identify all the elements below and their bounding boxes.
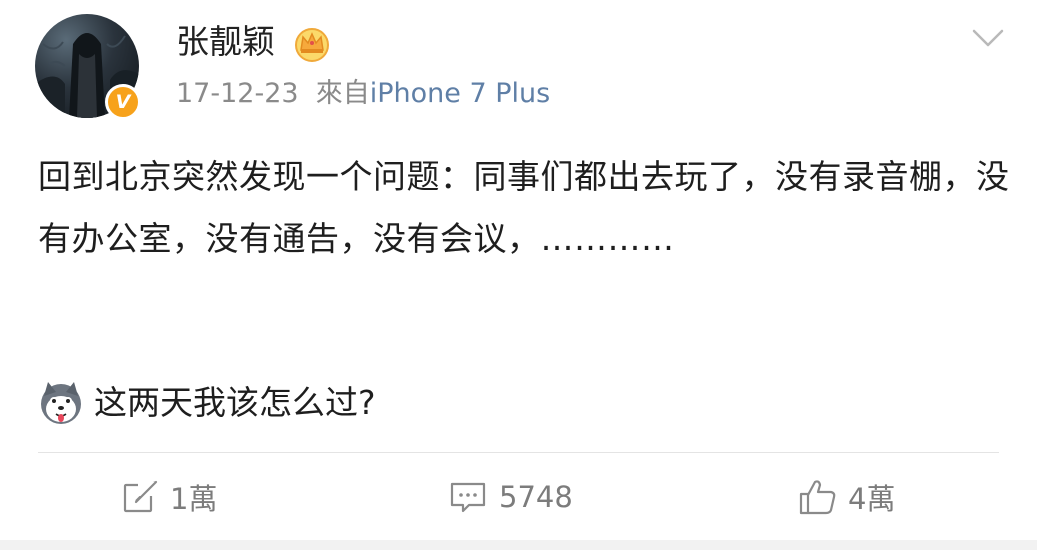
post-meta: 17-12-23 來自iPhone 7 Plus: [176, 76, 550, 112]
author-name[interactable]: 张靓颖: [176, 20, 275, 64]
comment-button[interactable]: 5748: [449, 466, 573, 528]
comment-icon: [450, 482, 486, 513]
like-count: 4萬: [848, 482, 896, 516]
like-button[interactable]: 4萬: [798, 466, 895, 528]
thumbs-up-icon: [799, 480, 836, 515]
chevron-down-icon[interactable]: [971, 27, 1005, 49]
husky-dog-emoji: [41, 382, 81, 424]
post-source-device[interactable]: iPhone 7 Plus: [370, 78, 550, 109]
post-question-line: 这两天我该怎么过?: [38, 373, 376, 433]
bottom-separator: [0, 540, 1037, 550]
vip-crown-icon: [295, 28, 329, 62]
post-text: 回到北京突然发现一个问题：同事们都出去玩了，没有录音棚，没有办公室，没有通告，没…: [38, 157, 1010, 258]
action-bar: 1萬 5748 4萬: [0, 466, 1037, 528]
post-timestamp: 17-12-23: [176, 78, 299, 109]
repost-count: 1萬: [170, 482, 218, 516]
verified-badge-icon: V: [105, 84, 141, 120]
repost-icon: [123, 480, 158, 513]
post-source-prefix: 來自: [315, 78, 370, 109]
post-question-text: 这两天我该怎么过?: [94, 383, 376, 422]
repost-button[interactable]: 1萬: [122, 466, 217, 528]
comment-count: 5748: [499, 480, 573, 514]
divider: [38, 452, 999, 453]
